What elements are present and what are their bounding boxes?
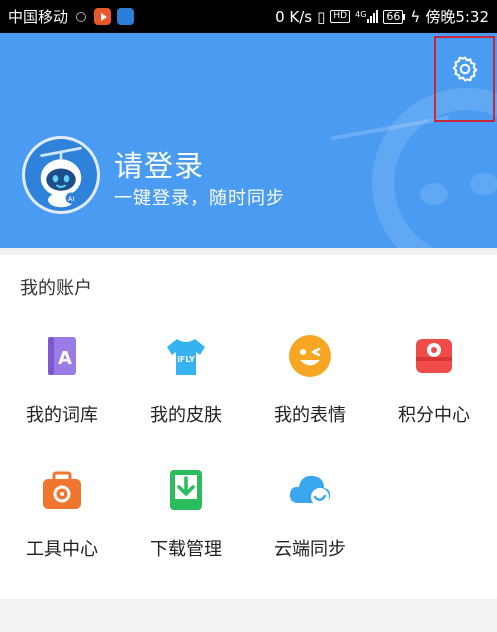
notification-dot-icon: [76, 11, 87, 22]
dictionary-icon-letter: A: [58, 348, 72, 369]
cloud-sync-icon: [289, 475, 331, 506]
settings-button[interactable]: [434, 36, 495, 122]
gear-icon: [452, 56, 477, 82]
vibrate-icon: ▯: [317, 7, 326, 26]
item-label: 我的表情: [274, 405, 346, 426]
watermark-eye: [470, 173, 497, 195]
section-title: 我的账户: [20, 278, 92, 299]
skin-icon-text: iFLY: [177, 355, 195, 364]
battery-level: 66: [383, 9, 404, 24]
item-label: 工具中心: [26, 539, 98, 560]
battery-icon: 66: [383, 9, 406, 24]
signal-icon: 4G: [355, 10, 379, 23]
carrier-name: 中国移动: [8, 8, 69, 26]
my-emoji-item[interactable]: 我的表情: [248, 333, 372, 443]
dictionary-icon: A: [48, 337, 76, 375]
status-bar: 中国移动 0 K/s ▯ HD 4G 66 ϟ 傍晚5:32: [0, 0, 497, 33]
download-icon: [170, 470, 202, 510]
avatar-badge: AI: [68, 195, 74, 203]
network-speed: 0 K/s: [275, 7, 313, 26]
points-center-item[interactable]: 积分中心: [372, 333, 496, 443]
toolbox-icon: [43, 471, 81, 509]
charging-icon: ϟ: [410, 7, 421, 26]
my-skin-item[interactable]: iFLY 我的皮肤: [124, 333, 248, 443]
avatar[interactable]: AI: [22, 136, 100, 214]
tool-center-item[interactable]: 工具中心: [0, 467, 124, 577]
app-notification-icon: [117, 8, 135, 25]
item-label: 积分中心: [398, 405, 470, 426]
item-label: 我的词库: [26, 405, 98, 426]
clock: 傍晚5:32: [425, 8, 489, 26]
video-app-notification-icon: [94, 8, 112, 25]
profile-header: AI 请登录 一键登录，随时同步: [0, 33, 497, 248]
watermark-eye: [420, 183, 448, 205]
login-subtitle[interactable]: 一键登录，随时同步: [114, 184, 285, 210]
item-label: 我的皮肤: [150, 405, 222, 426]
my-dictionary-item[interactable]: A 我的词库: [0, 333, 124, 443]
cloud-sync-item[interactable]: 云端同步: [248, 467, 372, 577]
download-manager-item[interactable]: 下载管理: [124, 467, 248, 577]
network-type: 4G: [355, 10, 367, 19]
item-label: 下载管理: [150, 539, 222, 560]
hd-badge: HD: [330, 10, 351, 23]
login-title[interactable]: 请登录: [114, 143, 204, 185]
item-label: 云端同步: [274, 539, 346, 560]
points-shop-icon: [416, 339, 452, 373]
skin-tshirt-icon: iFLY: [167, 339, 205, 375]
emoji-face-icon: [289, 335, 331, 377]
robot-avatar-icon: AI: [40, 146, 82, 208]
account-panel: 我的账户 A 我的词库 iFLY 我的皮肤 我的表情 积分中心 工具中心 下载管…: [0, 255, 497, 599]
